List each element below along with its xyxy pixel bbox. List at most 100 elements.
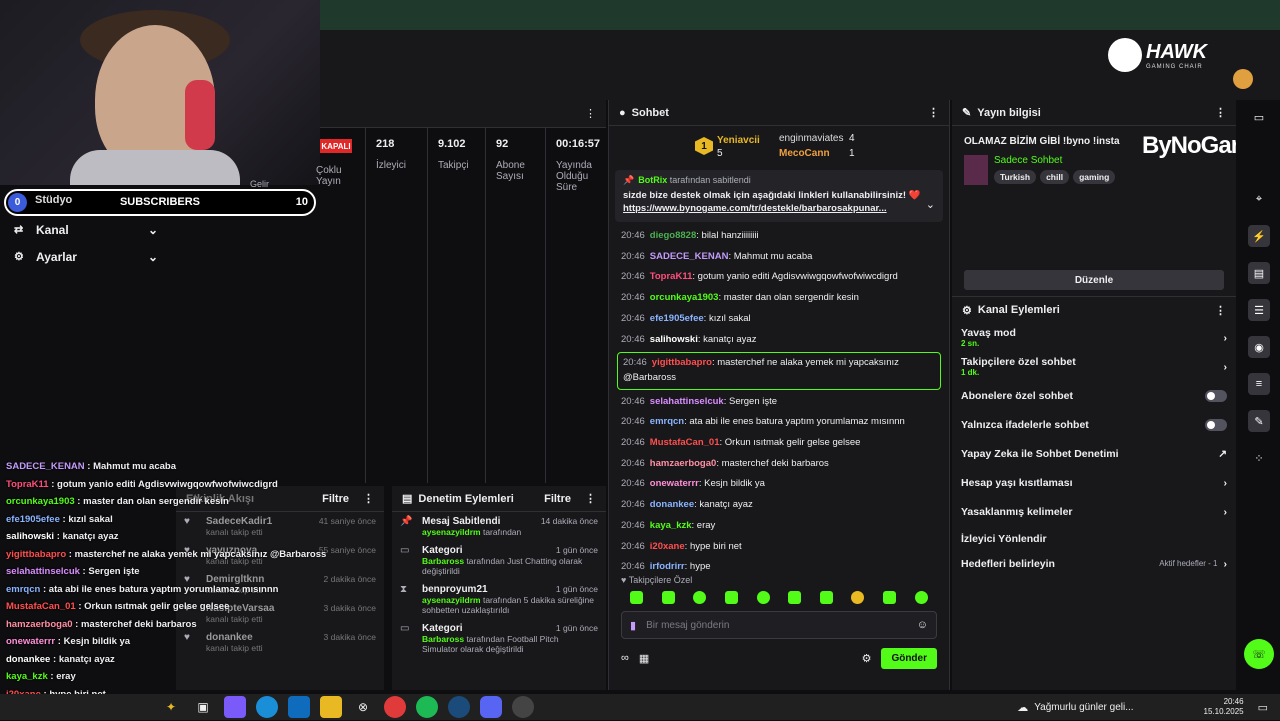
chat-icon[interactable]: ☰ [1248, 299, 1270, 321]
toggle-switch[interactable] [1205, 418, 1227, 431]
message-user[interactable]: donankee [650, 499, 694, 510]
moderation-filter-button[interactable]: Filtre [544, 493, 571, 505]
points-icon[interactable]: ∞ [621, 652, 629, 664]
tag-chip[interactable]: Turkish [994, 170, 1037, 184]
nav-kanal[interactable]: ⇄ Kanal ⌄ [0, 216, 172, 243]
message-user[interactable]: irfodrirr [650, 561, 685, 571]
emote-icon[interactable] [883, 591, 897, 604]
chevron-down-icon[interactable]: ⌄ [926, 198, 935, 211]
mic-icon[interactable]: ▮ [630, 619, 636, 632]
action-sub: 1 dk. [961, 368, 980, 377]
chrome-icon[interactable] [384, 696, 406, 718]
message-text: Sergen işte [728, 395, 778, 407]
nav-studyo[interactable]: Stüdyo [35, 194, 72, 206]
emote-icon[interactable] [819, 591, 833, 604]
folder-icon[interactable] [320, 696, 342, 718]
emote-icon[interactable] [661, 591, 675, 604]
moderation-menu-icon[interactable]: ⋮ [585, 492, 596, 505]
broadcast-icon[interactable]: ◉ [1248, 336, 1270, 358]
apps-icon[interactable]: ⁘ [1248, 447, 1270, 469]
tag-chip[interactable]: chill [1040, 170, 1070, 184]
moderation-actor[interactable]: aysenazyildrm [422, 595, 481, 605]
message-time: 20:46 [621, 416, 645, 428]
task-view-icon[interactable]: ▣ [192, 696, 214, 718]
focus-icon[interactable]: ⌖ [1248, 188, 1270, 210]
pinned-link[interactable]: https://www.bynogame.com/tr/destekle/bar… [623, 203, 903, 214]
windows-start-icon[interactable]: ✦ [160, 696, 182, 718]
spotify-icon[interactable] [416, 696, 438, 718]
channel-action-item[interactable]: İzleyici Yönlendir [952, 526, 1236, 551]
category-name[interactable]: Sadece Sohbet [994, 155, 1115, 166]
message-user[interactable]: selahattinselcuk [650, 396, 724, 407]
chat-menu-icon[interactable]: ⋮ [928, 106, 939, 119]
channel-action-item[interactable]: Hedefleri belirleyin Aktif hedefler - 1 › [952, 551, 1236, 576]
chat-settings-icon[interactable]: ⚙ [862, 652, 872, 665]
message-user[interactable]: diego8828 [650, 230, 696, 241]
action-label: Yasaklanmış kelimeler [961, 505, 1073, 518]
message-user[interactable]: hamzaerboga0 [650, 458, 717, 469]
chat-input[interactable]: ▮ Bir mesaj gönderin ☺ [621, 611, 937, 639]
message-user[interactable]: orcunkaya1903 [650, 292, 719, 303]
channel-action-item[interactable]: Yavaş mod 2 sn. › [952, 323, 1236, 352]
xbox-icon[interactable]: ⊗ [352, 696, 374, 718]
emote-icon[interactable] [693, 591, 707, 604]
steam-icon[interactable] [448, 696, 470, 718]
gift-icon[interactable]: ▦ [639, 652, 862, 665]
edit-button[interactable]: Düzenle [964, 270, 1224, 290]
message-user[interactable]: yigittbabapro [652, 357, 712, 368]
user-avatar[interactable] [1233, 69, 1253, 89]
lightning-icon[interactable]: ⚡ [1248, 225, 1270, 247]
moderation-rest: tarafından Just Chatting olarak [466, 556, 583, 566]
channel-action-item[interactable]: Yalnızca ifadelerle sohbet [952, 410, 1236, 439]
toggle-switch[interactable] [1205, 389, 1227, 402]
weather-text[interactable]: Yağmurlu günler geli... [1034, 702, 1133, 713]
notes-icon[interactable]: ▤ [1248, 262, 1270, 284]
emote-icon[interactable] [914, 591, 928, 604]
moderation-line2: Simulator olarak değiştirildi [422, 644, 524, 654]
emote-icon[interactable] [756, 591, 770, 604]
obs-icon[interactable] [512, 696, 534, 718]
moderation-actor[interactable]: Barbaross [422, 634, 464, 644]
copilot-icon[interactable] [224, 696, 246, 718]
edge-icon[interactable] [256, 696, 278, 718]
tag-chip[interactable]: gaming [1073, 170, 1116, 184]
info-menu-icon[interactable]: ⋮ [1215, 106, 1226, 119]
actions-menu-icon[interactable]: ⋮ [1215, 304, 1226, 317]
discord-icon[interactable] [480, 696, 502, 718]
message-user[interactable]: kaya_kzk [650, 520, 692, 531]
message-user[interactable]: efe1905efee [650, 313, 704, 324]
layout-icon[interactable]: ▭ [1248, 106, 1270, 128]
channel-action-item[interactable]: Yapay Zeka ile Sohbet Denetimi ↗ [952, 439, 1236, 468]
send-button[interactable]: Gönder [881, 647, 937, 669]
message-user[interactable]: i20xane [650, 541, 685, 552]
support-icon[interactable]: ☏ [1244, 639, 1274, 669]
channel-action-item[interactable]: Abonelere özel sohbet [952, 381, 1236, 410]
moderation-actor[interactable]: Barbaross [422, 556, 464, 566]
emote-icon[interactable] [725, 591, 739, 604]
emote-icon[interactable] [630, 591, 644, 604]
message-user[interactable]: SADECE_KENAN [650, 251, 729, 262]
moderation-actor[interactable]: aysenazyildrm [422, 527, 481, 537]
message-user[interactable]: MustafaCan_01 [650, 437, 720, 448]
notification-icon[interactable]: ▭ [1258, 701, 1268, 714]
channel-action-item[interactable]: Hesap yaşı kısıtlaması › [952, 468, 1236, 497]
chevron-right-icon: › [1223, 476, 1228, 489]
sliders-icon[interactable]: ≡ [1248, 373, 1270, 395]
channel-action-item[interactable]: Yasaklanmış kelimeler › [952, 497, 1236, 526]
message-user[interactable]: onewaterrr [650, 478, 699, 489]
activity-menu-icon[interactable]: ⋮ [363, 492, 374, 505]
message-user[interactable]: TopraK11 [650, 271, 693, 282]
wrench-icon[interactable]: ✎ [1248, 410, 1270, 432]
outlook-icon[interactable] [288, 696, 310, 718]
message-user[interactable]: emrqcn [650, 416, 684, 427]
stats-menu-icon[interactable]: ⋮ [585, 107, 596, 120]
moderation-time: 1 gün önce [555, 545, 598, 555]
activity-filter-button[interactable]: Filtre [322, 493, 349, 505]
emote-icon[interactable] [788, 591, 802, 604]
emoji-icon[interactable]: ☺ [917, 619, 928, 631]
nav-ayarlar[interactable]: ⚙ Ayarlar ⌄ [0, 243, 172, 270]
channel-action-item[interactable]: Takipçilere özel sohbet 1 dk. › [952, 352, 1236, 381]
message-user[interactable]: salihowski [650, 334, 698, 345]
emote-icon[interactable] [851, 591, 865, 604]
overlay-message: SADECE_KENAN : Mahmut mu acaba [0, 458, 320, 476]
